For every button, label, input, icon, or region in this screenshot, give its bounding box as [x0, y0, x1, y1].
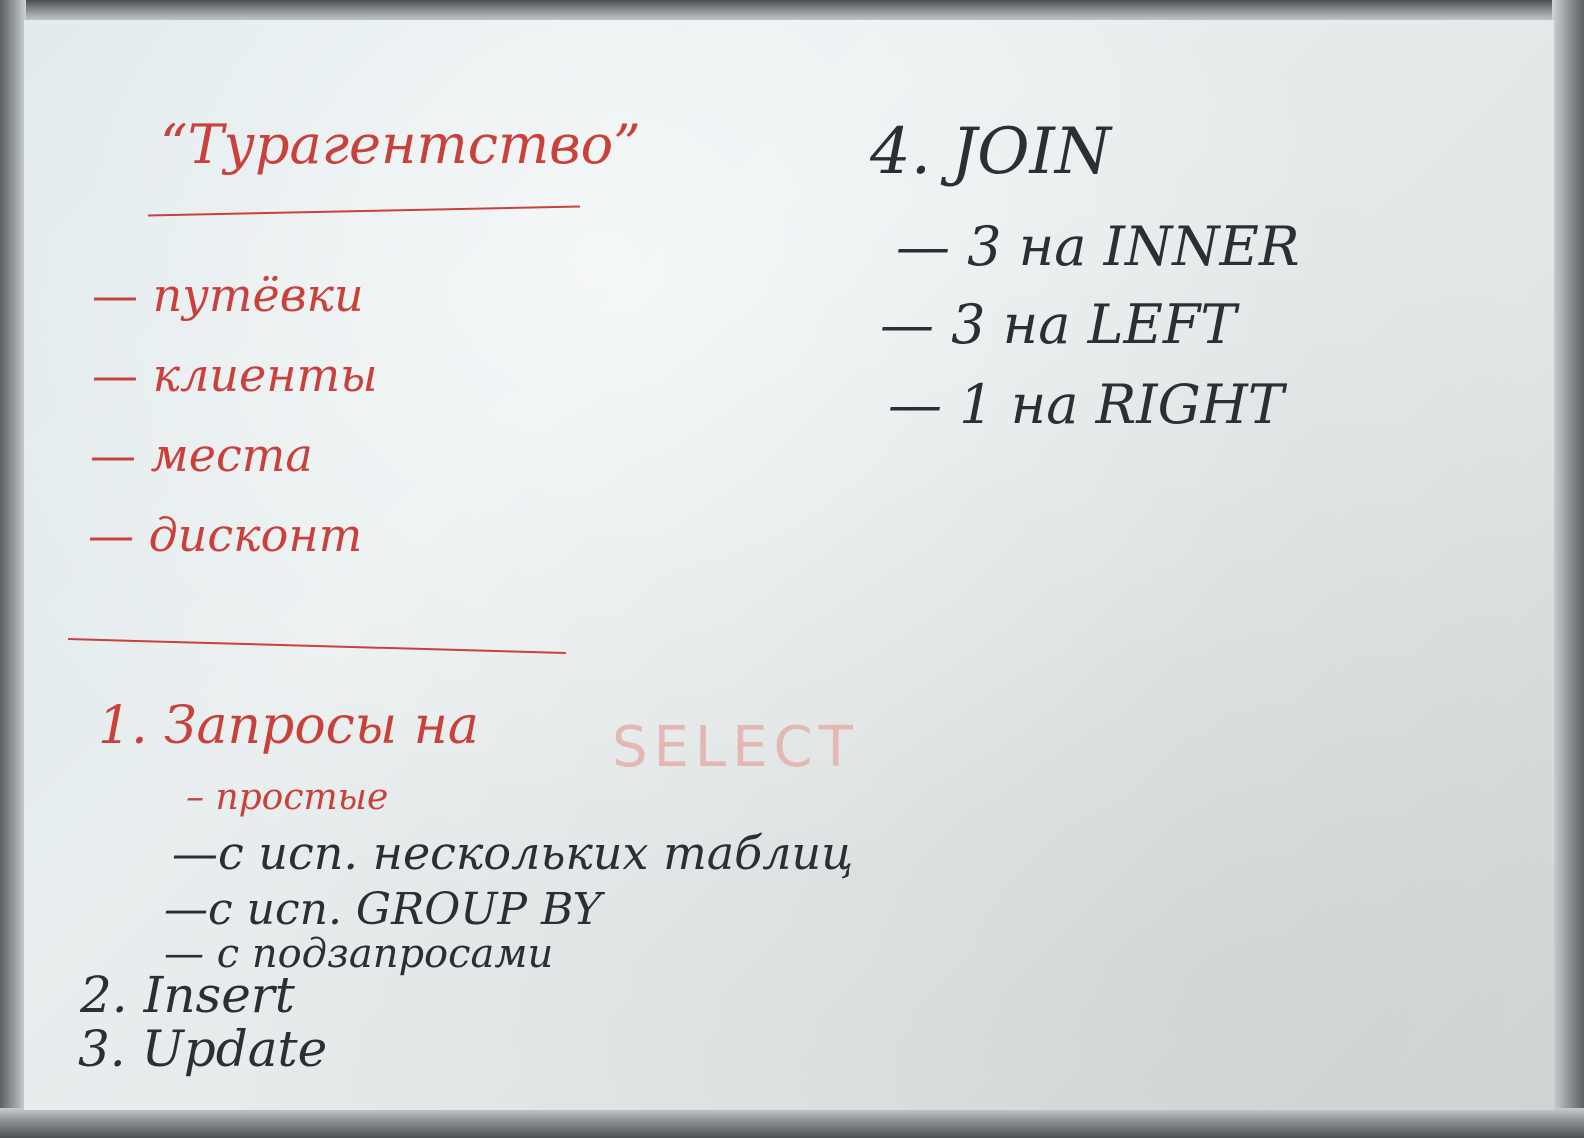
task-sub-group-by: —с исп. GROUP BY [164, 884, 602, 935]
board-frame-bottom [0, 1108, 1584, 1138]
join-title: 4. JOIN [870, 115, 1111, 189]
heading-text: “Турагентство” [160, 113, 641, 176]
task-insert: 2. Insert [80, 966, 295, 1024]
board-frame-top [0, 0, 1584, 22]
task-sub-simple: – простые [186, 777, 389, 818]
task-sub-multi-table: —с исп. нескольких таблиц [172, 826, 854, 880]
whiteboard: “Турагентство” — путёвки — клиенты — мес… [0, 0, 1584, 1138]
task-update: 3. Update [78, 1020, 328, 1078]
list-item-tours: — путёвки [92, 268, 364, 322]
list-item-seats: — места [90, 428, 313, 482]
task-select-keyword: SELECT [612, 715, 859, 780]
join-inner-line: — 3 на INNER [896, 215, 1300, 278]
board-frame-left [0, 0, 26, 1138]
join-left-line: — 3 на LEFT [880, 293, 1237, 356]
list-item-discount: — дисконт [88, 508, 363, 562]
task-select-queries: 1. Запросы на [98, 696, 479, 756]
board-frame-right [1552, 0, 1584, 1138]
list-item-clients: — клиенты [92, 348, 378, 402]
join-right-line: — 1 на RIGHT [888, 373, 1284, 436]
